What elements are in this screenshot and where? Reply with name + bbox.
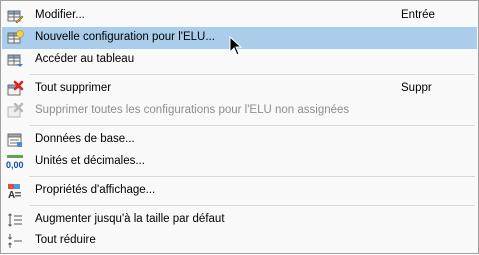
menu-item-label: Unités et décimales... bbox=[35, 155, 145, 167]
menu-separator bbox=[29, 205, 475, 206]
collapse-all-icon bbox=[6, 232, 24, 250]
expand-default-icon bbox=[6, 211, 24, 229]
units-decimals-icon-text: 0,00 bbox=[6, 160, 24, 170]
menu-item-shortcut: Suppr bbox=[401, 82, 432, 94]
table-new-icon bbox=[6, 29, 24, 47]
menu-item-label: Nouvelle configuration pour l'ELU... bbox=[35, 31, 215, 43]
menu-item-label: Tout réduire bbox=[35, 234, 96, 246]
menu-item-units-decimals[interactable]: 0,00 Unités et décimales... bbox=[2, 151, 477, 173]
menu-item-shortcut: Entrée bbox=[401, 9, 435, 21]
menu-item-label: Modifier... bbox=[35, 9, 85, 21]
display-properties-icon: A bbox=[6, 182, 24, 201]
menu-item-collapse-all[interactable]: Tout réduire bbox=[2, 230, 477, 252]
menu-separator bbox=[29, 125, 475, 126]
menu-separator bbox=[29, 176, 475, 177]
svg-text:A: A bbox=[8, 190, 15, 200]
delete-all-icon bbox=[6, 80, 24, 98]
menu-item-expand-default[interactable]: Augmenter jusqu'à la taille par défaut bbox=[2, 209, 477, 231]
menu-item-base-data[interactable]: Données de base... bbox=[2, 129, 477, 151]
menu-item-display-properties[interactable]: A Propriétés d'affichage... bbox=[2, 180, 477, 202]
menu-item-delete-all[interactable]: Tout supprimer Suppr bbox=[2, 78, 477, 100]
table-goto-icon bbox=[6, 51, 24, 69]
mouse-cursor-icon bbox=[229, 36, 243, 56]
menu-item-label: Augmenter jusqu'à la taille par défaut bbox=[35, 213, 225, 225]
base-data-icon bbox=[6, 131, 24, 149]
menu-separator bbox=[29, 74, 475, 75]
table-edit-icon bbox=[6, 7, 24, 25]
menu-item-delete-unassigned: Supprimer toutes les configurations pour… bbox=[2, 100, 477, 122]
menu-item-label: Tout supprimer bbox=[35, 82, 112, 94]
delete-unassigned-icon bbox=[6, 102, 24, 120]
menu-item-label: Données de base... bbox=[35, 133, 135, 145]
menu-item-label: Propriétés d'affichage... bbox=[35, 184, 156, 196]
units-decimals-icon: 0,00 bbox=[6, 153, 24, 171]
menu-item-edit[interactable]: Modifier... Entrée bbox=[2, 5, 477, 27]
menu-item-label: Accéder au tableau bbox=[35, 53, 135, 65]
menu-item-label: Supprimer toutes les configurations pour… bbox=[35, 104, 350, 116]
